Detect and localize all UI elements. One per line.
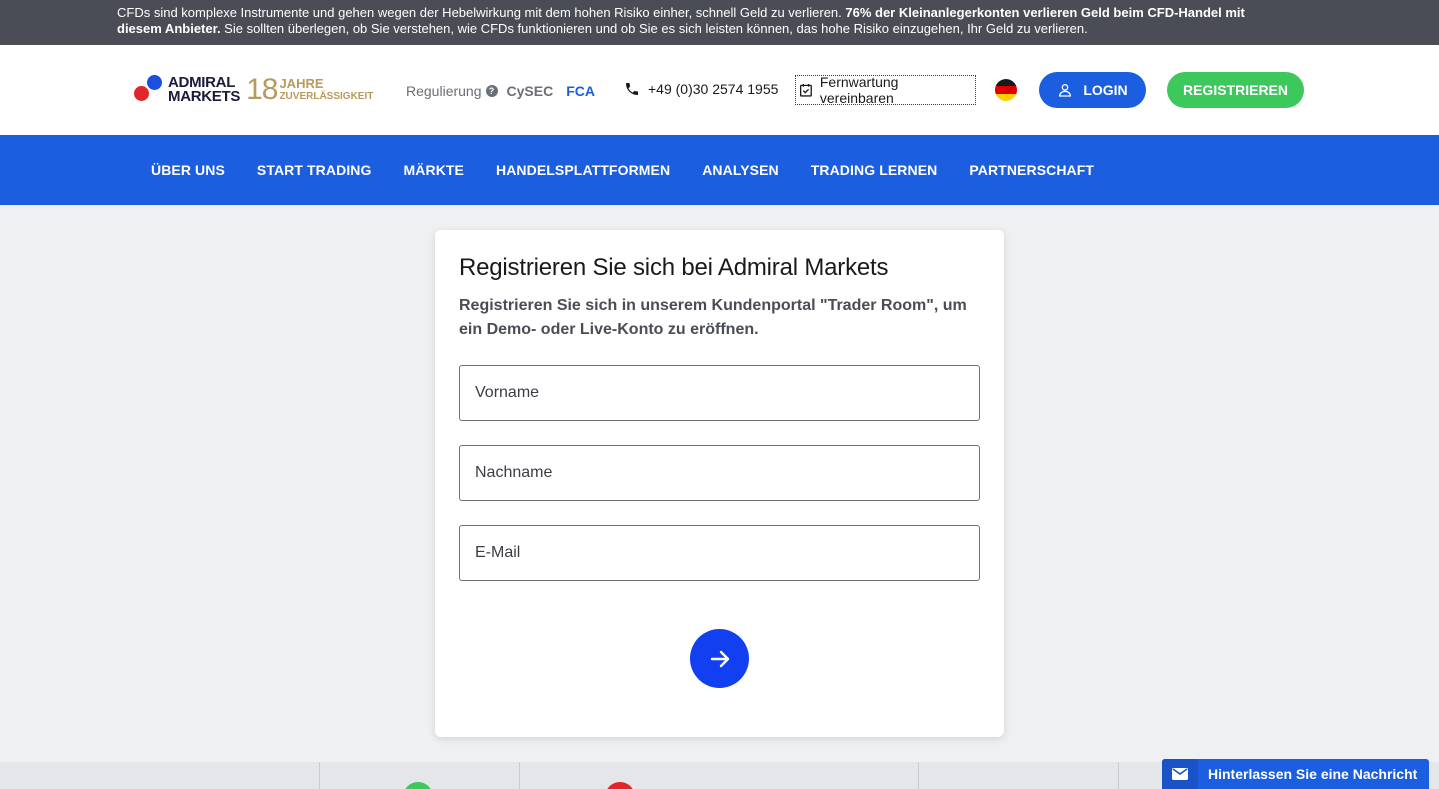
arrow-right-icon [710, 650, 729, 667]
form-title: Registrieren Sie sich bei Admiral Market… [459, 254, 889, 281]
register-button[interactable]: REGISTRIEREN [1167, 72, 1304, 108]
feature-icon-green [403, 782, 433, 789]
main-navigation: ÜBER UNS START TRADING MÄRKTE HANDELSPLA… [0, 135, 1439, 205]
remote-support-label: Fernwartung vereinbaren [819, 74, 899, 106]
regulator-cysec-link[interactable]: CySEC [507, 83, 554, 99]
nav-item-start-trading[interactable]: START TRADING [241, 162, 388, 178]
risk-warning-text: CFDs sind komplexe Instrumente und gehen… [117, 5, 1245, 36]
login-label: LOGIN [1083, 82, 1128, 98]
admiral-markets-logo[interactable]: ADMIRAL MARKETS 18 JAHRE ZUVERLÄSSIGKEIT [134, 73, 374, 106]
phone-icon [626, 83, 638, 95]
form-intro: Registrieren Sie sich in unserem Kundenp… [459, 297, 967, 338]
nav-item-ueber-uns[interactable]: ÜBER UNS [135, 162, 241, 178]
submit-button[interactable] [690, 629, 749, 688]
first-name-field[interactable] [459, 365, 980, 421]
german-flag-icon[interactable] [995, 79, 1017, 101]
phone-link[interactable]: +49 (0)30 2574 1955 [624, 81, 778, 97]
nav-item-handelsplattformen[interactable]: HANDELSPLATTFORMEN [480, 162, 686, 178]
login-button[interactable]: LOGIN [1039, 72, 1146, 108]
regulation-info: Regulierung ? CySEC FCA [406, 83, 595, 99]
registration-card: Registrieren Sie sich bei Admiral Market… [435, 230, 1004, 737]
email-field[interactable] [459, 525, 980, 581]
nav-item-partnerschaft[interactable]: PARTNERSCHAFT [953, 162, 1110, 178]
email-input[interactable] [460, 526, 979, 580]
remote-support-button[interactable]: Fernwartung vereinbaren [795, 74, 976, 106]
logo-dots-icon [134, 75, 164, 105]
nav-item-maerkte[interactable]: MÄRKTE [388, 162, 480, 178]
regulator-fca-link[interactable]: FCA [566, 83, 595, 99]
first-name-input[interactable] [460, 366, 979, 420]
nav-item-trading-lernen[interactable]: TRADING LERNEN [795, 162, 954, 178]
last-name-input[interactable] [460, 446, 979, 500]
calendar-check-icon [799, 84, 812, 97]
chat-widget[interactable]: Hinterlassen Sie eine Nachricht [1162, 759, 1429, 789]
nav-item-analysen[interactable]: ANALYSEN [686, 162, 795, 178]
risk-warning-banner: CFDs sind komplexe Instrumente und gehen… [0, 0, 1439, 45]
envelope-icon [1162, 759, 1198, 789]
last-name-field[interactable] [459, 445, 980, 501]
logo-wordmark: ADMIRAL MARKETS [168, 74, 241, 105]
help-icon[interactable]: ? [485, 85, 498, 97]
chat-label: Hinterlassen Sie eine Nachricht [1208, 766, 1418, 782]
feature-icon-red [605, 782, 635, 789]
site-header: ADMIRAL MARKETS 18 JAHRE ZUVERLÄSSIGKEIT … [0, 45, 1439, 135]
user-icon [1059, 84, 1072, 97]
regulation-label: Regulierung [406, 83, 482, 99]
phone-number: +49 (0)30 2574 1955 [648, 81, 779, 97]
logo-anniversary: 18 JAHRE ZUVERLÄSSIGKEIT [246, 73, 374, 106]
